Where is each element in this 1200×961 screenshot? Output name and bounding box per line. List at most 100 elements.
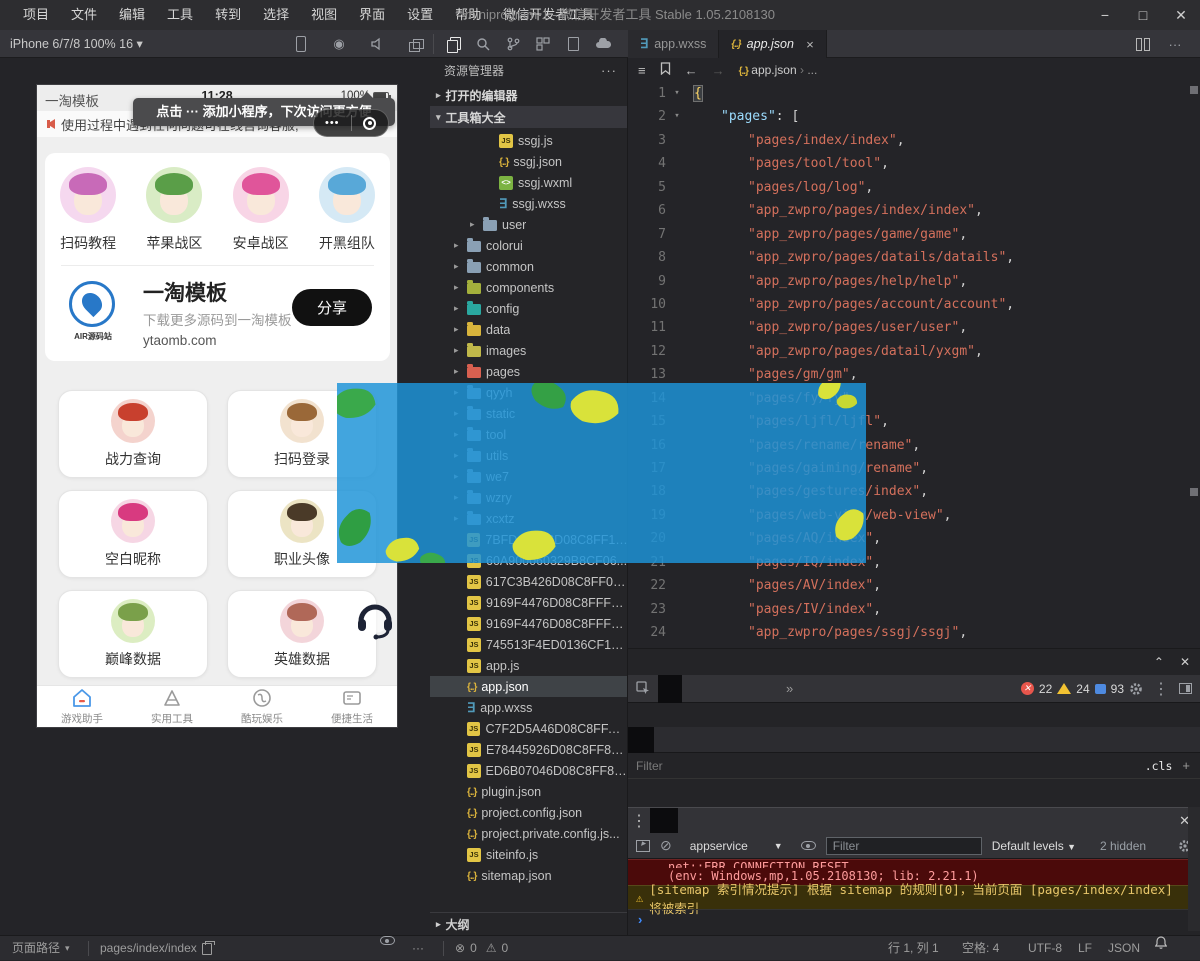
tree-item[interactable]: plugin.json	[430, 781, 628, 802]
quick-entry[interactable]: 开黑组队	[304, 167, 390, 253]
phone-tab[interactable]: 酷玩娱乐	[217, 686, 307, 727]
capsule-menu[interactable]: •••	[313, 109, 389, 137]
tree-item[interactable]: C7F2D5A46D08C8FFA1...	[430, 718, 628, 739]
phone-tab[interactable]: 便捷生活	[307, 686, 397, 727]
console-prompt[interactable]: ›	[628, 909, 1188, 931]
console-scrollbar[interactable]	[1188, 807, 1200, 931]
devtools-settings-icon[interactable]	[1129, 682, 1143, 696]
styles-tab[interactable]	[706, 727, 732, 753]
copy-path-icon[interactable]	[202, 943, 212, 955]
devtools-tab[interactable]	[706, 675, 730, 703]
menu-item[interactable]: 选择	[252, 0, 300, 30]
explorer-more-icon[interactable]: ···	[601, 58, 617, 84]
tree-item[interactable]: ssgj.wxml	[430, 172, 628, 193]
devtools-tab[interactable]	[658, 675, 682, 703]
tree-item[interactable]: pages	[430, 361, 628, 382]
tree-item[interactable]: colorui	[430, 235, 628, 256]
collapse-panel-icon[interactable]: ⌃	[1154, 655, 1164, 669]
tree-item[interactable]: 9169F4476D08C8FFF7...	[430, 613, 628, 634]
fold-icon[interactable]	[666, 82, 688, 105]
styles-tab[interactable]	[628, 727, 654, 753]
editor-more-icon[interactable]: ···	[1164, 34, 1186, 54]
fold-icon[interactable]	[666, 598, 688, 621]
inspect-element-icon[interactable]	[628, 681, 658, 696]
current-page-path[interactable]: pages/index/index	[100, 936, 212, 961]
cloud-icon[interactable]	[592, 34, 614, 54]
page-path-selector[interactable]: 页面路径▾	[12, 936, 70, 961]
customer-service-icon[interactable]	[349, 597, 397, 645]
styles-tab[interactable]	[654, 727, 680, 753]
tree-item[interactable]: ED6B07046D08C8FF8B...	[430, 760, 628, 781]
tree-item[interactable]: data	[430, 319, 628, 340]
tree-item[interactable]: app.js	[430, 655, 628, 676]
tree-item[interactable]: ssgj.json	[430, 151, 628, 172]
fold-icon[interactable]	[666, 293, 688, 316]
quick-entry[interactable]: 苹果战区	[131, 167, 217, 253]
styles-tab[interactable]	[732, 727, 758, 753]
log-levels-selector[interactable]: Default levels ▼	[992, 839, 1076, 853]
menu-item[interactable]: 视图	[300, 0, 348, 30]
statusbar-more-icon[interactable]: ···	[412, 936, 424, 961]
tree-item[interactable]: user	[430, 214, 628, 235]
menu-item[interactable]: 项目	[12, 0, 60, 30]
console-sidebar-icon[interactable]	[636, 840, 650, 852]
phone-tab[interactable]: 实用工具	[127, 686, 217, 727]
fold-icon[interactable]	[666, 152, 688, 175]
multi-window-icon[interactable]	[404, 34, 426, 54]
close-button[interactable]: ✕	[1162, 0, 1200, 30]
editor-tab[interactable]: app.json ×	[719, 30, 826, 58]
tree-item[interactable]: images	[430, 340, 628, 361]
problems-counter[interactable]: ⊗ 0 ⚠ 0	[455, 936, 508, 961]
tree-item[interactable]: project.private.config.js...	[430, 823, 628, 844]
mute-icon[interactable]	[366, 34, 388, 54]
indent-setting[interactable]: 空格: 4	[962, 936, 999, 961]
bookmark-icon[interactable]	[660, 62, 671, 78]
fold-icon[interactable]	[666, 270, 688, 293]
editor-scrollbar[interactable]	[1188, 82, 1200, 648]
devtools-menu-icon[interactable]: ⋮	[1153, 679, 1169, 699]
feature-card[interactable]: 巅峰数据	[58, 590, 208, 678]
tree-item[interactable]: ssgj.wxss	[430, 193, 628, 214]
console-tab[interactable]	[650, 808, 678, 834]
menu-item[interactable]: 界面	[348, 0, 396, 30]
outline-list-icon[interactable]: ≡	[638, 63, 646, 78]
device-selector[interactable]: iPhone 6/7/8 100% 16 ▾	[10, 30, 143, 58]
preview-eye-icon[interactable]	[380, 936, 395, 945]
cls-toggle[interactable]: .cls	[1145, 759, 1173, 773]
styles-tab[interactable]	[680, 727, 706, 753]
forward-arrow-icon[interactable]: →	[712, 63, 725, 78]
explorer-files-icon[interactable]	[442, 34, 464, 54]
tree-item[interactable]: app.json	[430, 676, 628, 697]
share-button[interactable]: 分享	[292, 289, 372, 326]
layout-grid-icon[interactable]	[532, 34, 554, 54]
language-mode[interactable]: JSON	[1108, 936, 1140, 961]
outline-section[interactable]: ▸大纲	[430, 912, 628, 935]
menu-item[interactable]: 文件	[60, 0, 108, 30]
minimize-button[interactable]: −	[1086, 0, 1124, 30]
menu-item[interactable]: 编辑	[108, 0, 156, 30]
fold-icon[interactable]	[666, 340, 688, 363]
menu-item[interactable]: 设置	[396, 0, 444, 30]
devtools-tab[interactable]	[754, 675, 778, 703]
search-icon[interactable]	[472, 34, 494, 54]
fold-icon[interactable]	[666, 574, 688, 597]
phone-tab[interactable]: 游戏助手	[37, 686, 127, 727]
tree-item[interactable]: 745513F4ED0136CF12...	[430, 634, 628, 655]
fold-icon[interactable]	[666, 105, 688, 128]
tree-item[interactable]: config	[430, 298, 628, 319]
console-menu-icon[interactable]: ⋮	[628, 811, 650, 831]
maximize-button[interactable]: □	[1124, 0, 1162, 30]
phone-mode-icon[interactable]	[290, 34, 312, 54]
notifications-bell-icon[interactable]	[1155, 936, 1167, 949]
close-tab-icon[interactable]: ×	[806, 37, 814, 52]
fold-icon[interactable]	[666, 316, 688, 339]
tree-item[interactable]: ssgj.js	[430, 130, 628, 151]
code-content[interactable]: 1 { 2 "pages": [ 3 "pages/index/index", …	[628, 82, 1188, 648]
fold-icon[interactable]	[666, 129, 688, 152]
tree-item[interactable]: 617C3B426D08C8FF07...	[430, 571, 628, 592]
fold-icon[interactable]	[666, 621, 688, 644]
fold-icon[interactable]	[666, 246, 688, 269]
more-menu-icon[interactable]: •••	[314, 117, 351, 129]
editor-tab[interactable]: app.wxss ×	[628, 30, 719, 58]
tree-item[interactable]: siteinfo.js	[430, 844, 628, 865]
